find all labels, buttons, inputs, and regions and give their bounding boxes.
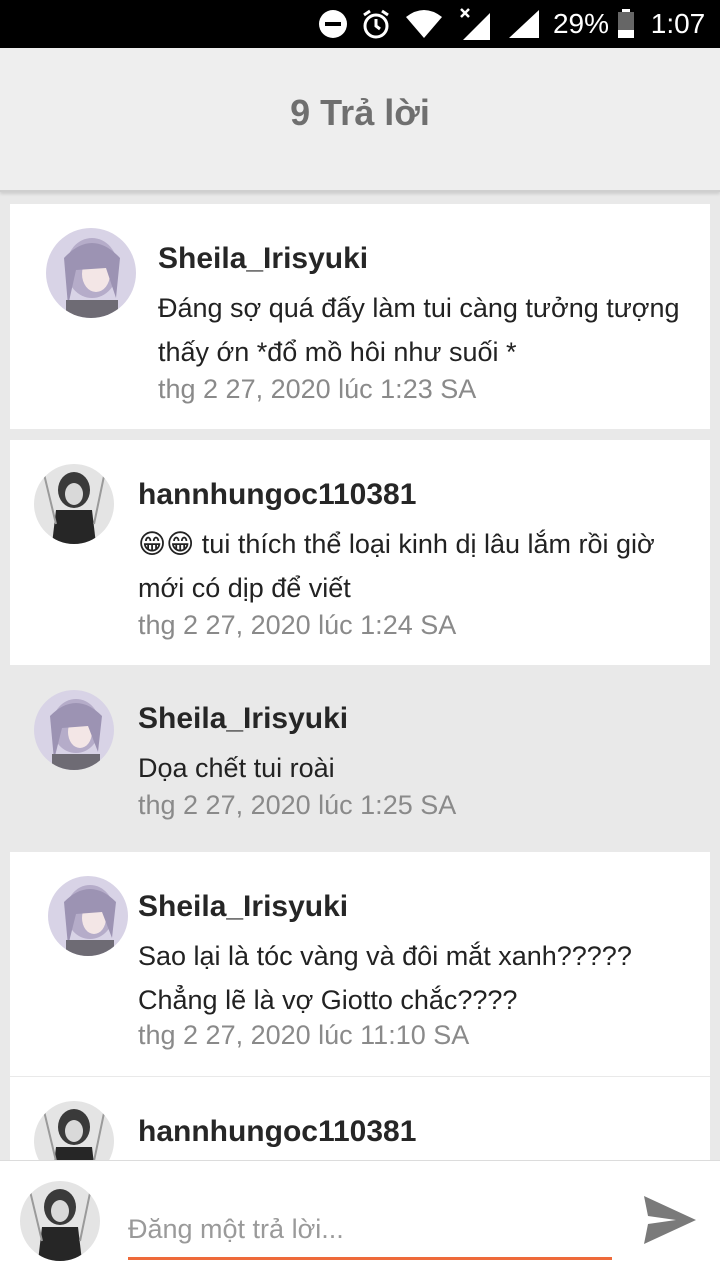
comment-author[interactable]: hannhungoc110381 bbox=[138, 1115, 416, 1149]
avatar[interactable] bbox=[34, 690, 114, 770]
header: 9 Trả lời bbox=[0, 48, 720, 192]
reply-input-underline bbox=[128, 1257, 612, 1260]
comment-text: Đáng sợ quá đấy làm tui càng tưởng tượng… bbox=[158, 293, 680, 367]
comment-card: hannhungoc110381 bbox=[10, 1077, 710, 1160]
alarm-icon bbox=[358, 0, 394, 48]
dnd-icon bbox=[316, 0, 350, 48]
send-icon bbox=[644, 1196, 696, 1244]
signal-icon bbox=[506, 0, 542, 48]
comment-time: thg 2 27, 2020 lúc 11:10 SA bbox=[138, 1020, 470, 1050]
wifi-icon bbox=[404, 0, 444, 48]
comment-author[interactable]: Sheila_Irisyuki bbox=[158, 242, 368, 276]
avatar[interactable] bbox=[48, 876, 128, 956]
comment-time: thg 2 27, 2020 lúc 1:24 SA bbox=[138, 610, 457, 640]
signal-x-icon bbox=[456, 0, 492, 48]
avatar[interactable] bbox=[34, 1101, 114, 1160]
comment-author[interactable]: Sheila_Irisyuki bbox=[138, 890, 348, 924]
my-avatar[interactable] bbox=[20, 1181, 100, 1261]
reply-bar bbox=[0, 1160, 720, 1280]
avatar[interactable] bbox=[34, 464, 114, 544]
battery-icon bbox=[614, 0, 638, 48]
comment-author[interactable]: Sheila_Irisyuki bbox=[138, 702, 348, 736]
clock: 1:07 bbox=[650, 8, 706, 39]
comment-text: Sao lại là tóc vàng và đôi mắt xanh?????… bbox=[138, 941, 632, 1015]
comment-card: hannhungoc110381 😁😁 tui thích thể loại k… bbox=[10, 440, 710, 665]
comment-author[interactable]: hannhungoc110381 bbox=[138, 478, 416, 512]
status-bar: 29% 1:07 bbox=[0, 0, 720, 48]
comment-text: Dọa chết tui roài bbox=[138, 753, 335, 783]
comment-text: 😁😁 tui thích thể loại kinh dị lâu lắm rồ… bbox=[138, 529, 655, 603]
comment-card: Sheila_Irisyuki Sao lại là tóc vàng và đ… bbox=[10, 852, 710, 1076]
avatar[interactable] bbox=[46, 228, 136, 318]
comment-time: thg 2 27, 2020 lúc 1:25 SA bbox=[138, 790, 457, 820]
comment-list[interactable]: Sheila_Irisyuki Đáng sợ quá đấy làm tui … bbox=[0, 192, 720, 1160]
page-title: 9 Trả lời bbox=[290, 92, 430, 133]
comment-card: Sheila_Irisyuki Dọa chết tui roài thg 2 … bbox=[10, 676, 710, 848]
comment-time: thg 2 27, 2020 lúc 1:23 SA bbox=[158, 374, 477, 404]
send-button[interactable] bbox=[640, 1190, 700, 1250]
comment-card: Sheila_Irisyuki Đáng sợ quá đấy làm tui … bbox=[10, 204, 710, 429]
reply-input[interactable] bbox=[128, 1197, 612, 1261]
battery-percent: 29% bbox=[552, 8, 610, 39]
